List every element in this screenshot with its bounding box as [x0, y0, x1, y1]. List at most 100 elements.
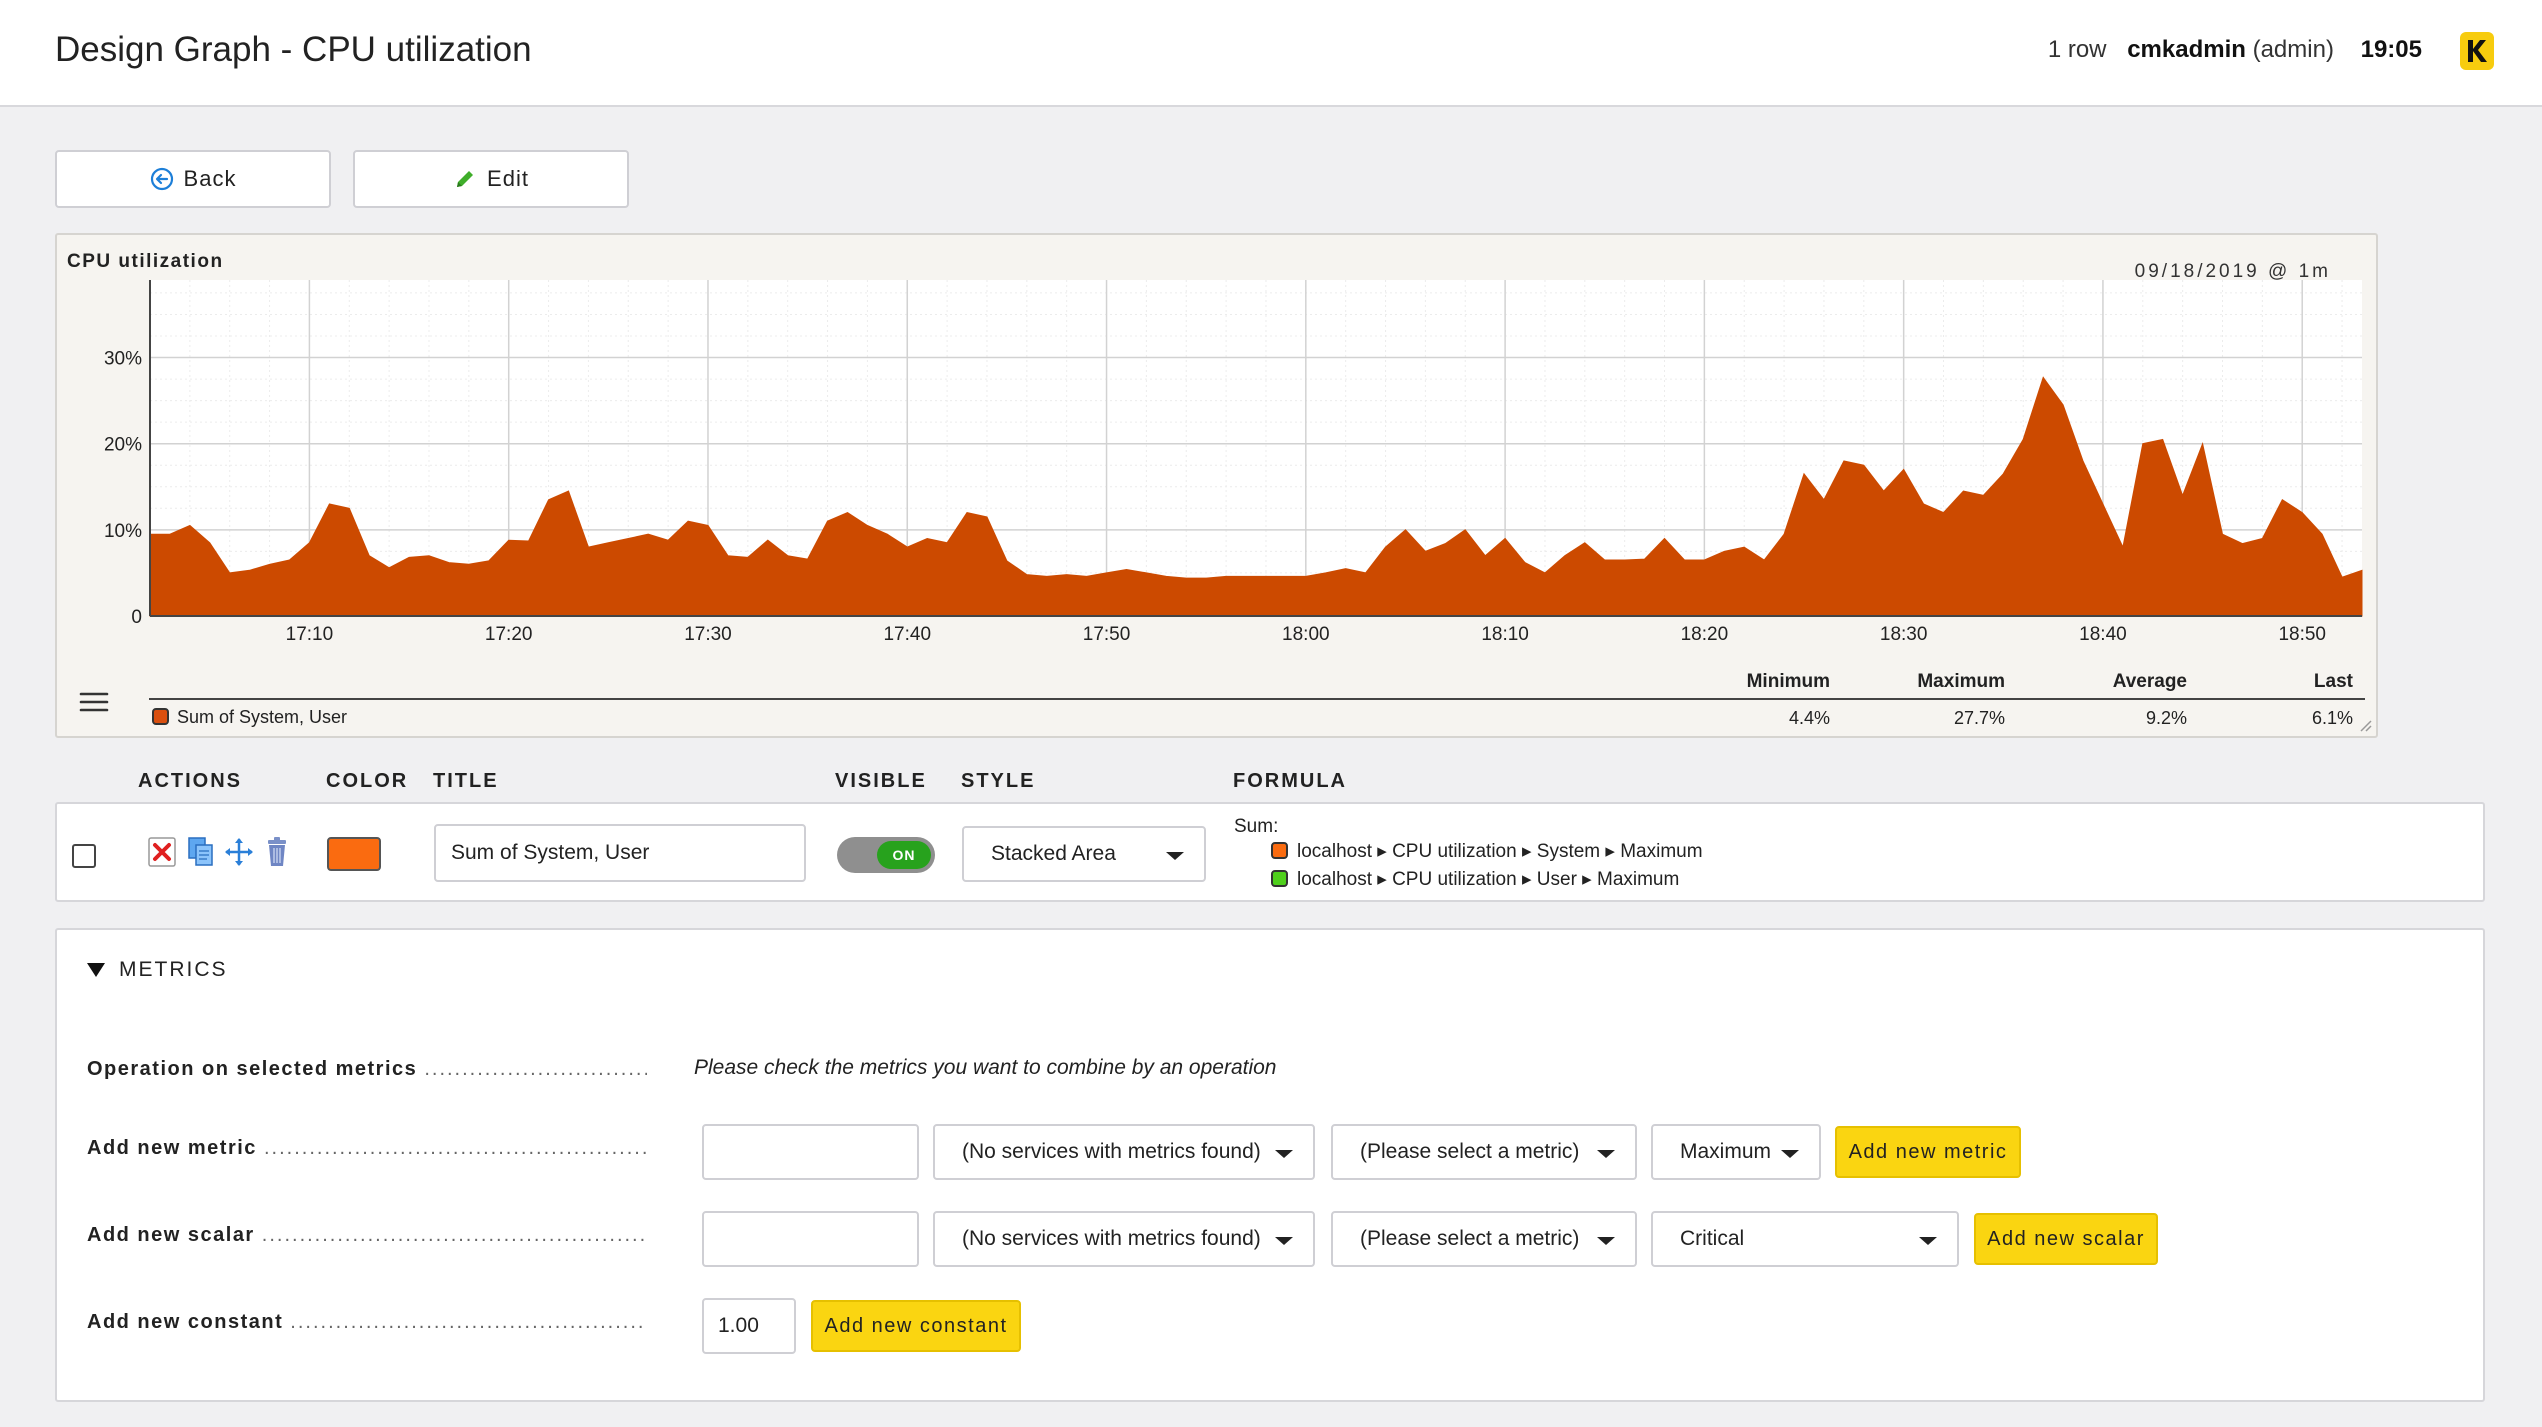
chevron-down-icon [1597, 1237, 1615, 1245]
x-tick-label: 18:30 [1880, 624, 1928, 645]
page-title: Design Graph - CPU utilization [55, 30, 532, 69]
add-metric-metric-dropdown[interactable]: (Please select a metric) [1331, 1124, 1637, 1180]
x-tick-label: 17:50 [1083, 624, 1131, 645]
x-tick-label: 17:40 [883, 624, 931, 645]
chevron-down-icon [1275, 1150, 1293, 1158]
add-metric-host-input[interactable] [702, 1124, 919, 1180]
column-header-color: COLOR [326, 770, 409, 792]
label-dots: ........................................… [263, 1137, 647, 1159]
add-constant-value-input[interactable] [702, 1298, 796, 1354]
formula-item-color [1271, 870, 1288, 887]
add-metric-service-value: (No services with metrics found) [962, 1140, 1261, 1163]
visible-toggle[interactable]: ON [837, 837, 935, 873]
graph-title: CPU utilization [67, 251, 224, 272]
add-constant-label: Add new constant [87, 1311, 284, 1333]
formula-item-color [1271, 842, 1288, 859]
add-metric-service-dropdown[interactable]: (No services with metrics found) [933, 1124, 1315, 1180]
column-header-actions: ACTIONS [138, 770, 242, 792]
resize-handle-icon[interactable] [2358, 718, 2372, 732]
clock: 19:05 [2360, 36, 2422, 63]
metrics-section-toggle[interactable]: METRICS [87, 958, 228, 982]
add-metric-label: Add new metric [87, 1137, 257, 1159]
y-tick-label: 30% [104, 349, 142, 370]
chevron-down-icon [1597, 1150, 1615, 1158]
formula-item: localhost ▸ CPU utilization ▸ User ▸ Max… [1297, 869, 1680, 890]
stat-header-maximum: Maximum [1917, 671, 2005, 692]
add-scalar-service-dropdown[interactable]: (No services with metrics found) [933, 1211, 1315, 1267]
add-metric-consolidation-dropdown[interactable]: Maximum [1651, 1124, 1821, 1180]
back-button[interactable]: Back [55, 150, 331, 208]
stat-value-average: 9.2% [2145, 708, 2187, 728]
stat-header-last: Last [2313, 671, 2353, 692]
x-tick-label: 18:50 [2278, 624, 2326, 645]
add-scalar-type-dropdown[interactable]: Critical [1651, 1211, 1959, 1267]
curve-select-checkbox[interactable] [72, 844, 96, 868]
add-scalar-host-input[interactable] [702, 1211, 919, 1267]
legend-series-label: Sum of System, User [177, 707, 348, 727]
add-scalar-label: Add new scalar [87, 1224, 255, 1246]
graph-panel: 17:10 17:20 17:30 17:40 17:50 18:00 18:10 18:20… [55, 233, 2378, 738]
x-tick-label: 17:20 [485, 624, 533, 645]
label-dots: ........................................… [424, 1058, 647, 1080]
curve-title-input[interactable] [434, 824, 806, 882]
x-tick-label: 18:10 [1481, 624, 1529, 645]
y-tick-label: 20% [104, 435, 142, 456]
column-header-visible: VISIBLE [835, 770, 927, 792]
collapse-triangle-icon [87, 963, 105, 977]
column-header-title: TITLE [433, 770, 499, 792]
add-metric-label-row: Add new metric .........................… [87, 1137, 647, 1160]
metrics-heading: METRICS [119, 958, 228, 981]
hamburger-menu-icon[interactable] [79, 690, 109, 719]
chevron-down-icon [1781, 1150, 1799, 1158]
chevron-down-icon [1166, 852, 1184, 860]
clone-curve-icon[interactable] [187, 836, 215, 868]
column-header-style: STYLE [961, 770, 1036, 792]
operation-hint: Please check the metrics you want to com… [694, 1056, 1277, 1079]
checkmk-logo-icon[interactable] [2460, 32, 2494, 70]
chevron-down-icon [1919, 1237, 1937, 1245]
delete-curve-icon[interactable] [147, 836, 177, 868]
trash-icon[interactable] [265, 836, 289, 868]
add-scalar-service-value: (No services with metrics found) [962, 1227, 1261, 1250]
legend-color-swatch [152, 708, 169, 725]
stat-header-minimum: Minimum [1746, 671, 1830, 692]
formula-sum-label: Sum: [1234, 816, 1279, 837]
label-dots: ........................................… [290, 1311, 647, 1333]
visible-toggle-label: ON [877, 841, 931, 869]
user-name[interactable]: cmkadmin [2127, 36, 2246, 63]
row-count: 1 row [2047, 36, 2107, 63]
style-dropdown[interactable]: Stacked Area [962, 826, 1206, 882]
label-dots: ........................................… [261, 1224, 647, 1246]
stat-value-minimum: 4.4% [1788, 708, 1830, 728]
top-bar: Design Graph - CPU utilization 1 row cmk… [0, 0, 2542, 107]
graph-date: 09/18/2019 @ 1m [2134, 261, 2331, 282]
add-scalar-metric-value: (Please select a metric) [1360, 1227, 1580, 1250]
pencil-icon [457, 171, 474, 187]
edit-button-label: Edit [487, 166, 529, 191]
operation-label-row: Operation on selected metrics ..........… [87, 1058, 647, 1081]
header-status: 1 row cmkadmin (admin) 19:05 [2048, 36, 2422, 64]
add-new-metric-button[interactable]: Add new metric [1835, 1126, 2021, 1178]
add-new-scalar-button[interactable]: Add new scalar [1974, 1213, 2158, 1265]
add-new-constant-button[interactable]: Add new constant [811, 1300, 1021, 1352]
curve-color-picker[interactable] [327, 837, 381, 871]
add-scalar-metric-dropdown[interactable]: (Please select a metric) [1331, 1211, 1637, 1267]
stat-value-last: 6.1% [2311, 708, 2353, 728]
formula-item: localhost ▸ CPU utilization ▸ System ▸ M… [1297, 841, 1703, 862]
x-tick-label: 17:30 [684, 624, 732, 645]
metrics-panel: METRICS Operation on selected metrics ..… [55, 928, 2485, 1402]
cpu-utilization-chart[interactable]: 17:10 17:20 17:30 17:40 17:50 18:00 18:10 18:20… [57, 235, 2380, 740]
edit-button[interactable]: Edit [353, 150, 629, 208]
move-curve-icon[interactable] [223, 836, 255, 868]
user-role: (admin) [2252, 36, 2334, 63]
curve-row: ON Stacked Area Sum: localhost ▸ CPU uti… [55, 802, 2485, 902]
add-metric-metric-value: (Please select a metric) [1360, 1140, 1580, 1163]
operation-label: Operation on selected metrics [87, 1058, 418, 1080]
y-tick-label: 10% [104, 521, 142, 542]
column-header-formula: FORMULA [1233, 770, 1347, 792]
x-tick-label: 18:40 [2079, 624, 2127, 645]
add-scalar-type-value: Critical [1680, 1227, 1745, 1250]
stat-header-average: Average [2112, 671, 2187, 692]
add-constant-label-row: Add new constant .......................… [87, 1311, 647, 1334]
x-tick-label: 18:00 [1282, 624, 1330, 645]
